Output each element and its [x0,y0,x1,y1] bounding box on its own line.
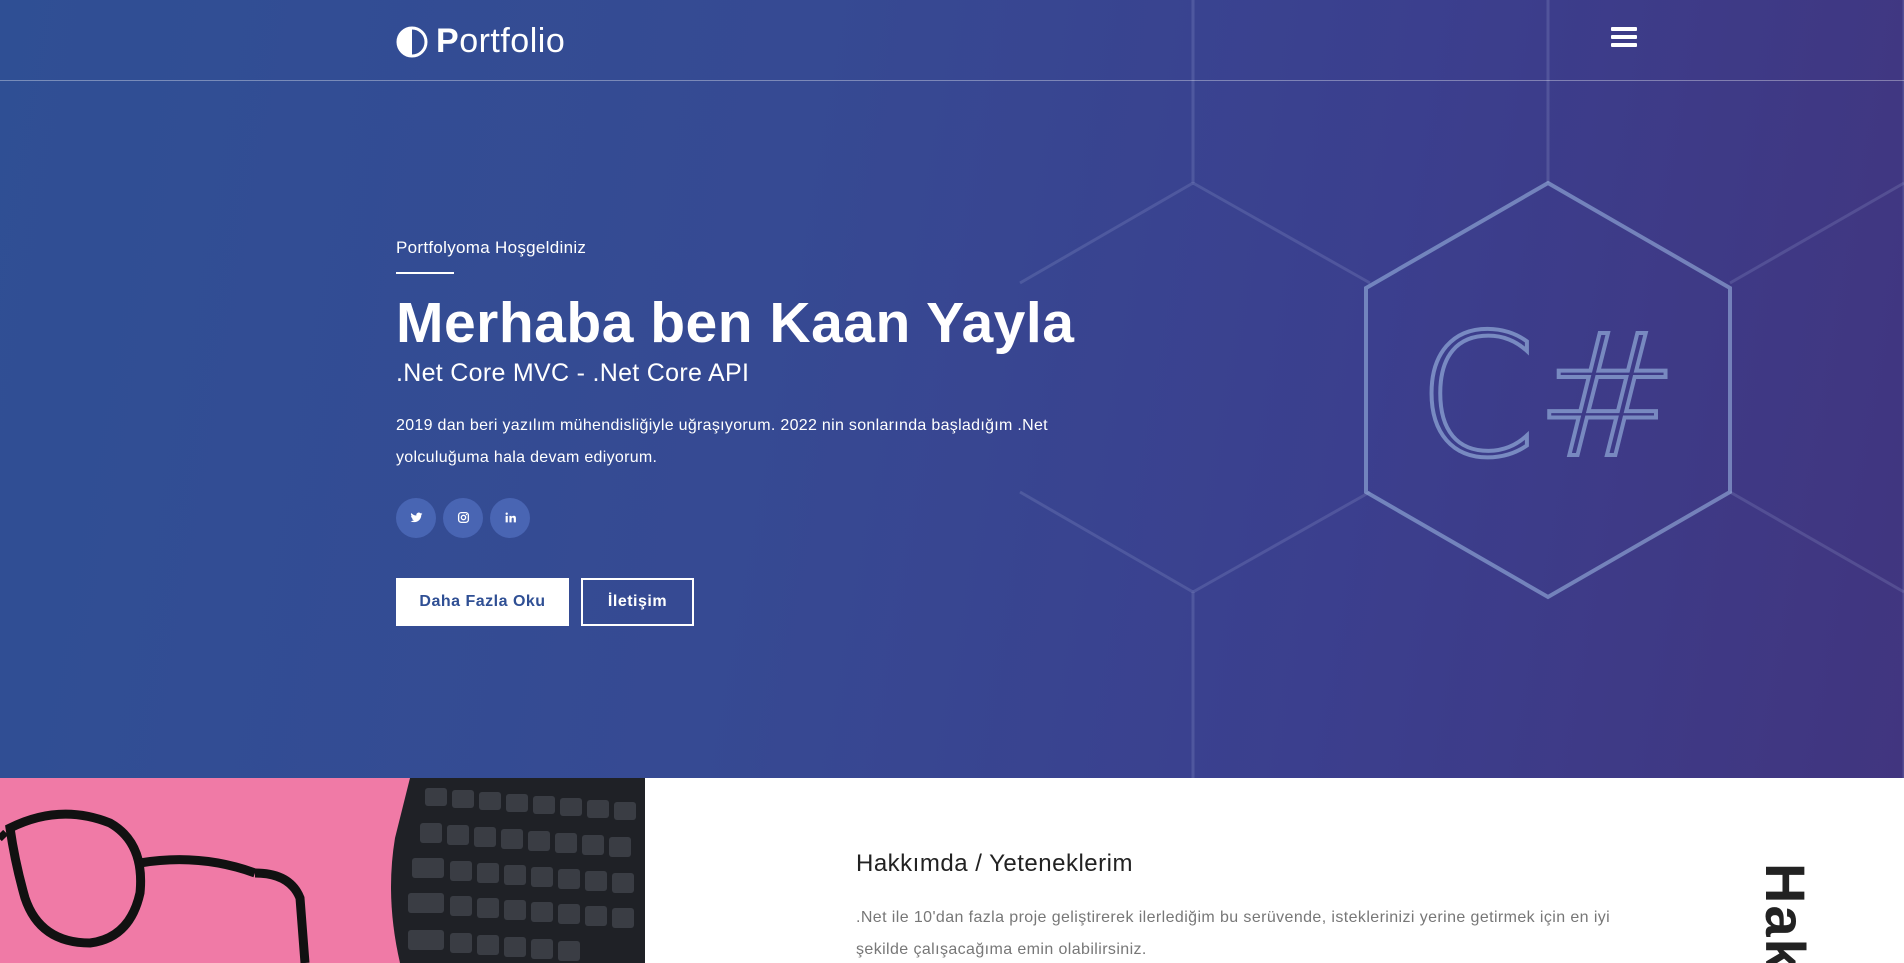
about-section: Hakkımda / Yeteneklerim .Net ile 10'dan … [645,778,1904,963]
contact-button[interactable]: İletişim [581,577,694,626]
social-links [396,497,1096,538]
glasses-keyboard-image [0,778,645,963]
instagram-icon[interactable] [443,497,483,538]
hero-title: Merhaba ben Kaan Yayla [396,291,1075,355]
navbar: Portfolio [0,0,1904,81]
welcome-text: Portfolyoma Hoşgeldiniz [396,238,587,257]
brand-logo[interactable]: Portfolio [396,22,565,61]
twitter-icon[interactable] [396,497,436,538]
about-text: .Net ile 10'dan fazla proje geliştirerek… [856,909,1611,958]
hero-content: Portfolyoma Hoşgeldiniz Merhaba ben Kaan… [396,238,1096,626]
contrast-circle-icon [396,26,428,57]
csharp-logo: C# [1417,298,1678,496]
welcome-underline [396,272,454,274]
about-vertical-label: Hak [1754,863,1817,963]
hero-buttons: Daha Fazla Oku İletişim [396,577,1096,626]
hero-subtitle: .Net Core MVC - .Net Core API [396,358,750,387]
brand-name: Portfolio [436,22,566,60]
hamburger-menu-icon[interactable] [1611,27,1637,51]
read-more-button[interactable]: Daha Fazla Oku [396,577,569,626]
linkedin-icon[interactable] [490,497,530,538]
hero-section: C# Portfolio Portfolyoma Hoşgeldiniz Mer… [0,0,1904,778]
hero-bio: 2019 dan beri yazılım mühendisliğiyle uğ… [396,416,1048,466]
about-image [0,778,645,963]
about-title: Hakkımda / Yeteneklerim [856,850,1133,877]
